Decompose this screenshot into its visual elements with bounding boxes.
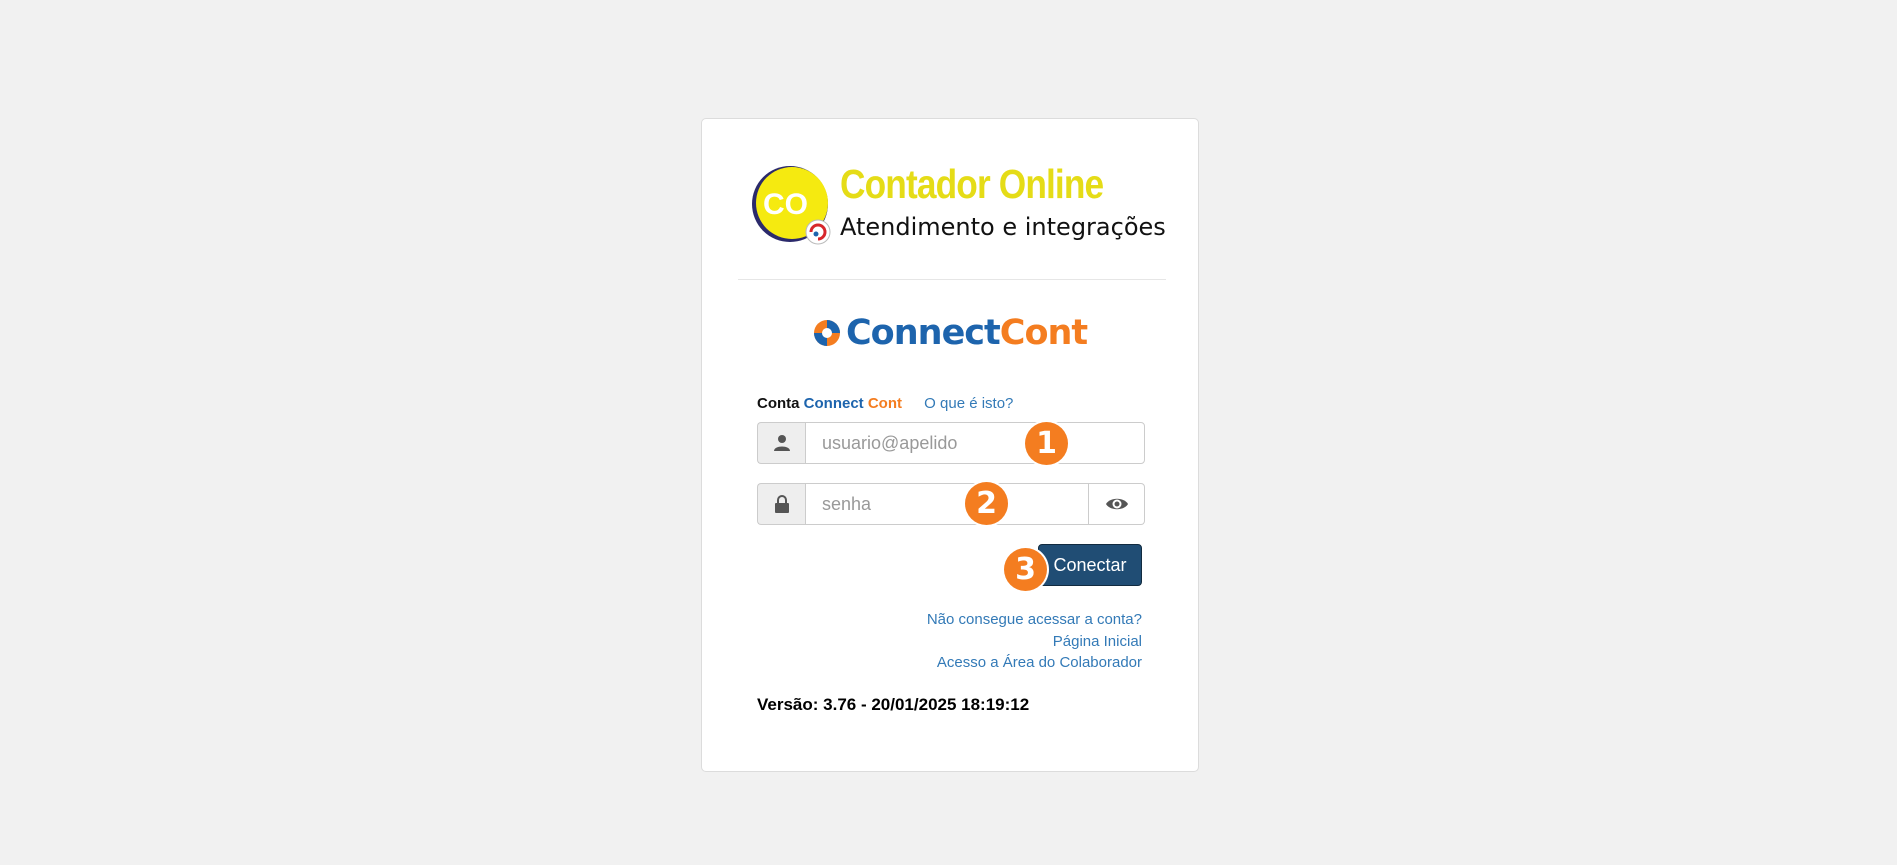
account-label-conta: Conta (757, 395, 800, 412)
step-badge-3: 3 (1004, 548, 1047, 591)
logo-letters: CO (763, 188, 808, 221)
app-subtitle: Atendimento e integrações (840, 213, 1166, 241)
connectcont-icon (814, 320, 840, 346)
user-icon (757, 422, 805, 464)
brand-connect: Connect (846, 313, 1001, 353)
what-is-this-link[interactable]: O que é isto? (924, 395, 1013, 412)
password-input[interactable] (805, 483, 1089, 525)
cannot-access-link[interactable]: Não consegue acessar a conta? (757, 609, 1142, 631)
eye-icon[interactable] (1089, 483, 1145, 525)
collaborator-area-link[interactable]: Acesso a Área do Colaborador (757, 652, 1142, 674)
contador-online-logo: CO (752, 166, 831, 245)
version-text: Versão: 3.76 - 20/01/2025 18:19:12 (757, 695, 1030, 714)
username-input[interactable] (805, 422, 1145, 464)
connectcont-logo: ConnectCont (812, 311, 1088, 355)
step-badge-2: 2 (965, 482, 1008, 525)
step-badge-1: 1 (1025, 422, 1068, 465)
app-title: Contador Online (840, 161, 1104, 207)
home-page-link[interactable]: Página Inicial (757, 631, 1142, 653)
lock-icon (757, 483, 805, 525)
brand-cont: Cont (999, 313, 1088, 353)
header-divider (738, 279, 1166, 280)
username-group (757, 422, 1145, 464)
connect-button[interactable]: Conectar (1038, 544, 1142, 586)
login-card: CO Contador Online Atendimento e integra… (701, 118, 1199, 772)
account-label-connect: Connect (803, 395, 864, 412)
password-group (757, 483, 1145, 525)
account-label-cont: Cont (867, 395, 902, 412)
help-links: Não consegue acessar a conta? Página Ini… (757, 609, 1142, 674)
account-label: Conta Connect Cont O que é isto? (757, 395, 1013, 412)
